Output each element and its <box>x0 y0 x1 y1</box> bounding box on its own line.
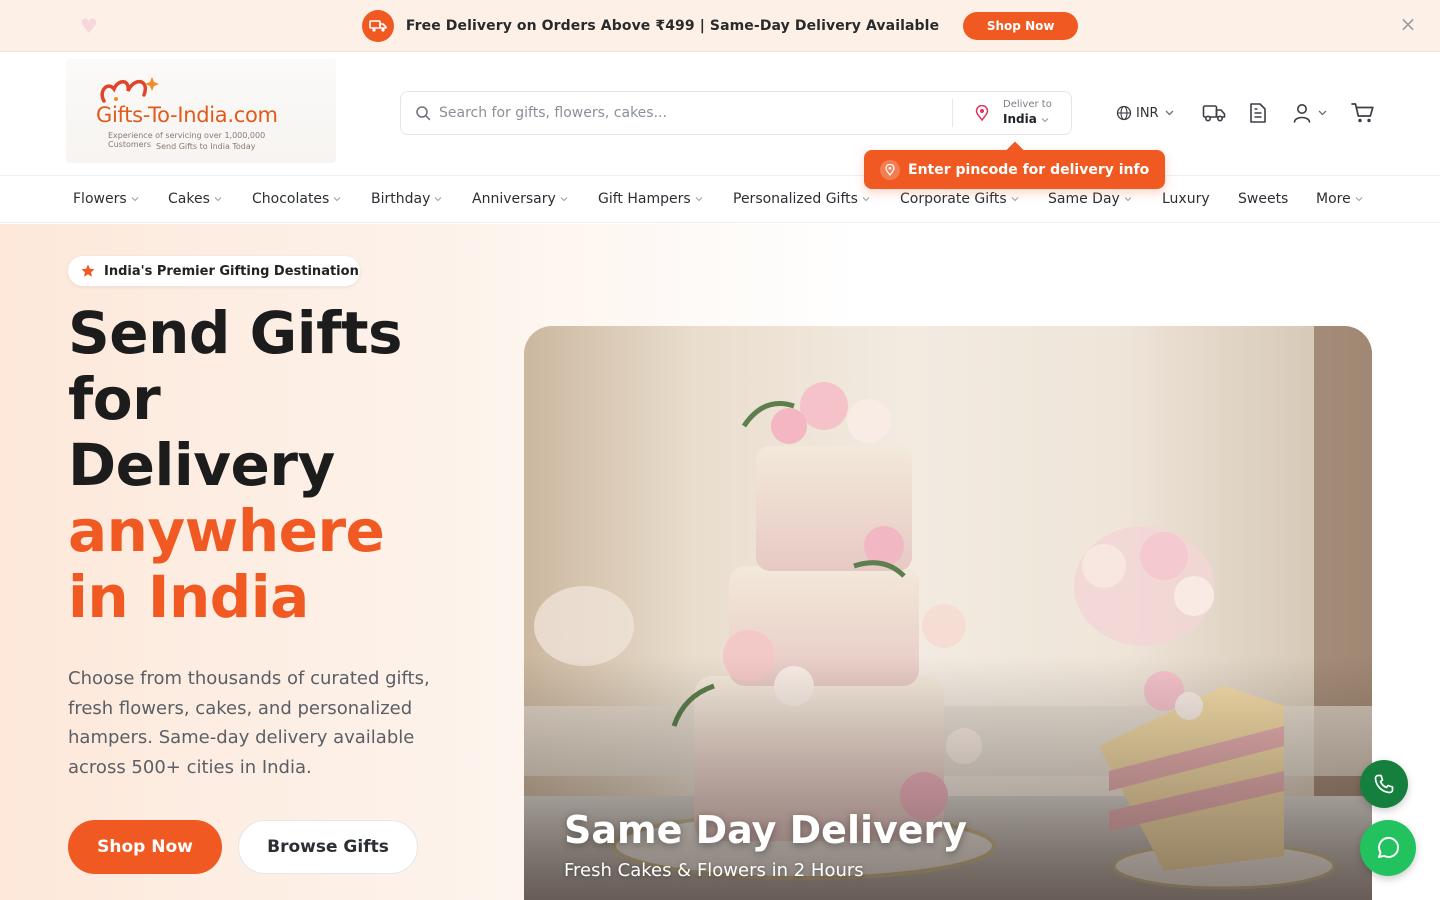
hero-headline: Send Gifts for Delivery anywhere in Indi… <box>68 300 488 630</box>
delivery-truck-icon[interactable] <box>1202 101 1226 125</box>
announcement-text: Free Delivery on Orders Above ₹499 | Sam… <box>405 17 940 34</box>
nav-item-gift-hampers[interactable]: Gift Hampers <box>598 190 703 208</box>
nav-item-chocolates[interactable]: Chocolates <box>252 190 341 208</box>
user-icon[interactable] <box>1290 101 1314 125</box>
currency-label: INR <box>1136 105 1159 121</box>
search-icon <box>416 106 431 121</box>
chevron-down-icon <box>434 197 442 202</box>
call-button[interactable] <box>1360 760 1408 808</box>
browse-gifts-button[interactable]: Browse Gifts <box>238 820 418 874</box>
chevron-down-icon <box>214 197 222 202</box>
chevron-down-icon <box>1165 110 1174 116</box>
location-pin-icon <box>880 159 900 180</box>
deliver-to-value: India <box>1003 111 1052 127</box>
nav-item-birthday[interactable]: Birthday <box>371 190 442 208</box>
chevron-down-icon <box>560 197 568 202</box>
hero-badge-text: India's Premier Gifting Destination <box>104 263 359 279</box>
logo-brand: Gifts-To-India.com <box>96 103 278 127</box>
pincode-tooltip[interactable]: Enter pincode for delivery info <box>864 150 1165 189</box>
pincode-tooltip-text: Enter pincode for delivery info <box>908 161 1150 178</box>
hero-description: Choose from thousands of curated gifts, … <box>68 668 430 778</box>
close-icon[interactable]: × <box>1398 12 1418 36</box>
whatsapp-icon <box>1378 836 1400 858</box>
orders-icon[interactable] <box>1246 101 1270 125</box>
nav-item-anniversary[interactable]: Anniversary <box>472 190 568 208</box>
chevron-down-icon <box>131 197 139 202</box>
hero-headline-line: for <box>68 365 161 433</box>
hero-badge: India's Premier Gifting Destination <box>68 256 360 286</box>
logo-tagline-secondary: Send Gifts to India Today <box>156 142 256 151</box>
chevron-down-icon <box>1124 197 1132 202</box>
nav-item-cakes[interactable]: Cakes <box>168 190 222 208</box>
chevron-down-icon <box>862 197 870 202</box>
globe-icon <box>1116 105 1132 121</box>
announcement-bar: ♥ Free Delivery on Orders Above ₹499 | S… <box>0 0 1440 52</box>
hero-headline-line: Delivery <box>68 431 335 499</box>
chevron-down-icon[interactable] <box>1318 110 1327 116</box>
hero-image[interactable]: Same Day Delivery Fresh Cakes & Flowers … <box>524 326 1372 900</box>
search-input[interactable]: Search for gifts, flowers, cakes... <box>439 105 952 121</box>
logo[interactable]: Gifts-To-India.com Experience of servici… <box>66 59 336 163</box>
hero-headline-accent: in India <box>68 563 309 631</box>
hero-section: India's Premier Gifting Destination Send… <box>0 224 1440 900</box>
star-icon <box>81 264 95 277</box>
chevron-down-icon <box>1011 197 1019 202</box>
search-bar: Search for gifts, flowers, cakes... Deli… <box>400 91 1072 135</box>
nav-item-same-day[interactable]: Same Day <box>1048 190 1132 208</box>
heart-icon: ♥ <box>80 14 98 38</box>
chevron-down-icon <box>695 197 703 202</box>
hero-image-title: Same Day Delivery <box>564 808 968 852</box>
header-actions: INR <box>1116 101 1375 125</box>
announcement-shop-now-button[interactable]: Shop Now <box>963 11 1079 40</box>
main-nav: Flowers Cakes Chocolates Birthday Annive… <box>0 175 1440 223</box>
nav-item-luxury[interactable]: Luxury <box>1162 190 1210 208</box>
site-header: Gifts-To-India.com Experience of servici… <box>0 53 1440 173</box>
currency-selector[interactable]: INR <box>1116 105 1178 121</box>
chevron-down-icon <box>1355 197 1363 202</box>
deliver-to-selector[interactable]: Deliver to India <box>953 99 1071 127</box>
nav-item-flowers[interactable]: Flowers <box>73 190 139 208</box>
whatsapp-button[interactable] <box>1360 820 1416 876</box>
nav-item-more[interactable]: More <box>1316 190 1363 208</box>
nav-item-personalized-gifts[interactable]: Personalized Gifts <box>733 190 870 208</box>
location-pin-icon <box>975 105 989 121</box>
truck-icon <box>361 9 394 42</box>
chevron-down-icon <box>333 197 341 202</box>
cart-icon[interactable] <box>1350 101 1375 125</box>
shop-now-button[interactable]: Shop Now <box>68 820 222 874</box>
hero-headline-line: Send Gifts <box>68 299 403 367</box>
nav-item-corporate-gifts[interactable]: Corporate Gifts <box>900 190 1019 208</box>
nav-item-sweets[interactable]: Sweets <box>1238 190 1288 208</box>
phone-icon <box>1374 774 1394 794</box>
hero-image-subtitle: Fresh Cakes & Flowers in 2 Hours <box>564 860 864 881</box>
hero-headline-accent: anywhere <box>68 497 385 565</box>
deliver-to-label: Deliver to <box>1003 99 1052 110</box>
chevron-down-icon <box>1041 118 1049 123</box>
logo-flourish-icon <box>100 77 159 103</box>
